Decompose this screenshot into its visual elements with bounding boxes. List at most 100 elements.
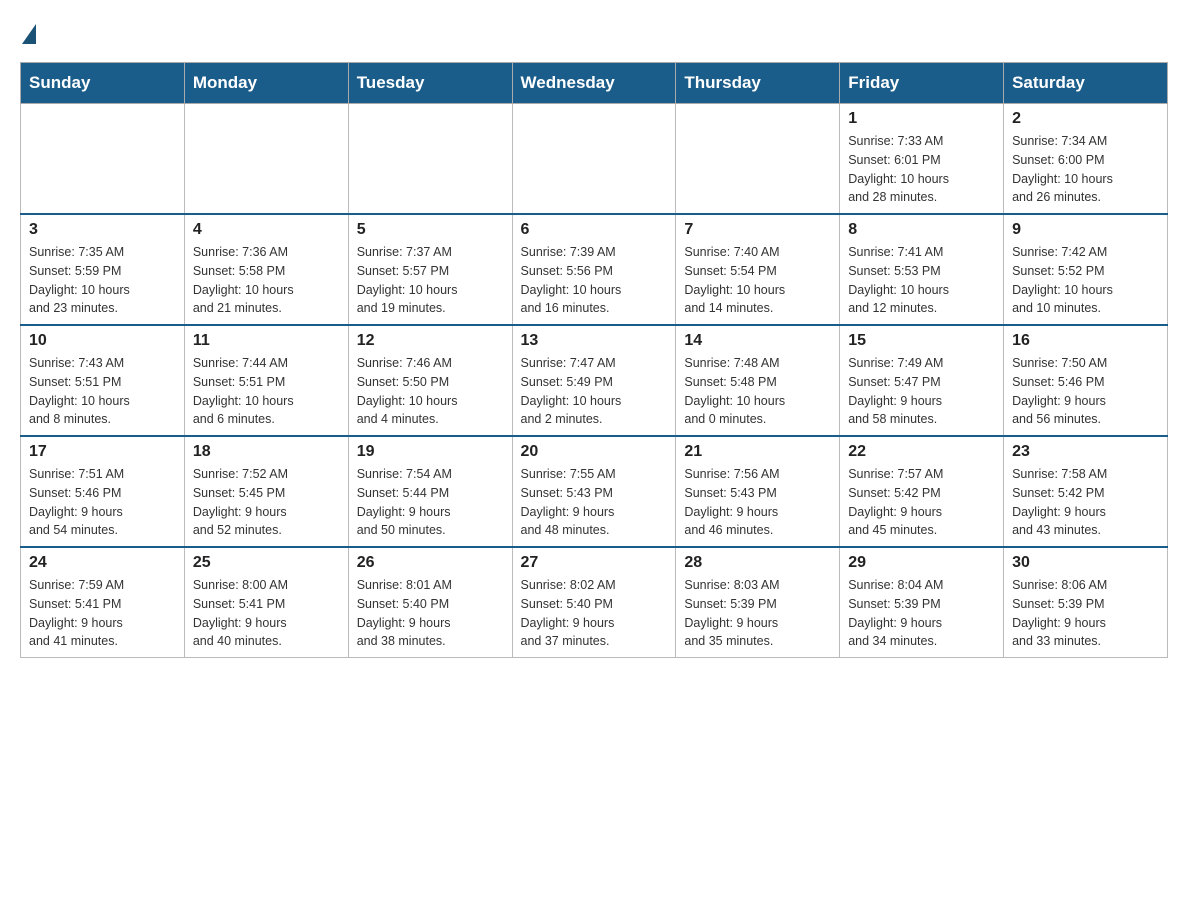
calendar-cell: 12Sunrise: 7:46 AM Sunset: 5:50 PM Dayli… xyxy=(348,325,512,436)
day-number: 19 xyxy=(357,443,504,461)
day-info: Sunrise: 7:57 AM Sunset: 5:42 PM Dayligh… xyxy=(848,465,995,540)
calendar-cell: 17Sunrise: 7:51 AM Sunset: 5:46 PM Dayli… xyxy=(21,436,185,547)
day-number: 20 xyxy=(521,443,668,461)
calendar-cell: 18 Sunrise: 7:52 AM Sunset: 5:45 PM Dayli… xyxy=(184,436,348,547)
day-number: 25 xyxy=(193,554,340,572)
day-info: Sunrise: 7:36 AM Sunset: 5:58 PM Dayligh… xyxy=(193,243,340,318)
day-number: 2 xyxy=(1012,110,1159,128)
calendar-cell: 27 Sunrise: 8:02 AM Sunset: 5:40 PM Dayli… xyxy=(512,547,676,658)
day-number: 9 xyxy=(1012,221,1159,239)
day-number: 27 xyxy=(521,554,668,572)
day-info: Sunrise: 7:40 AM Sunset: 5:54 PM Dayligh… xyxy=(684,243,831,318)
calendar-row-0: 1 Sunrise: 7:33 AM Sunset: 6:01 PM Daylig… xyxy=(21,104,1168,215)
weekday-header-tuesday: Tuesday xyxy=(348,63,512,104)
day-number: 29 xyxy=(848,554,995,572)
day-info: Sunrise: 7:33 AM Sunset: 6:01 PM Dayligh… xyxy=(848,132,995,207)
day-number: 30 xyxy=(1012,554,1159,572)
calendar-cell: 21 Sunrise: 7:56 AM Sunset: 5:43 PM Dayli… xyxy=(676,436,840,547)
calendar-cell: 19 Sunrise: 7:54 AM Sunset: 5:44 PM Dayli… xyxy=(348,436,512,547)
calendar-cell: 25 Sunrise: 8:00 AM Sunset: 5:41 PM Dayli… xyxy=(184,547,348,658)
day-info: Sunrise: 8:03 AM Sunset: 5:39 PM Dayligh… xyxy=(684,576,831,651)
day-info: Sunrise: 7:59 AM Sunset: 5:41 PM Dayligh… xyxy=(29,576,176,651)
day-info: Sunrise: 8:04 AM Sunset: 5:39 PM Dayligh… xyxy=(848,576,995,651)
calendar-cell: 26Sunrise: 8:01 AM Sunset: 5:40 PM Dayli… xyxy=(348,547,512,658)
day-number: 21 xyxy=(684,443,831,461)
calendar-cell xyxy=(21,104,185,215)
calendar-row-2: 10 Sunrise: 7:43 AM Sunset: 5:51 PM Dayli… xyxy=(21,325,1168,436)
calendar-cell: 28 Sunrise: 8:03 AM Sunset: 5:39 PM Dayli… xyxy=(676,547,840,658)
day-number: 6 xyxy=(521,221,668,239)
calendar-cell: 3 Sunrise: 7:35 AM Sunset: 5:59 PM Daylig… xyxy=(21,214,185,325)
calendar-cell: 6Sunrise: 7:39 AM Sunset: 5:56 PM Daylig… xyxy=(512,214,676,325)
day-info: Sunrise: 7:55 AM Sunset: 5:43 PM Dayligh… xyxy=(521,465,668,540)
calendar-cell xyxy=(676,104,840,215)
calendar-cell xyxy=(348,104,512,215)
day-number: 15 xyxy=(848,332,995,350)
day-number: 4 xyxy=(193,221,340,239)
day-info: Sunrise: 7:44 AM Sunset: 5:51 PM Dayligh… xyxy=(193,354,340,429)
calendar-cell: 23Sunrise: 7:58 AM Sunset: 5:42 PM Dayli… xyxy=(1004,436,1168,547)
calendar-cell: 16 Sunrise: 7:50 AM Sunset: 5:46 PM Dayli… xyxy=(1004,325,1168,436)
calendar-cell: 15Sunrise: 7:49 AM Sunset: 5:47 PM Dayli… xyxy=(840,325,1004,436)
day-info: Sunrise: 8:00 AM Sunset: 5:41 PM Dayligh… xyxy=(193,576,340,651)
calendar-cell: 9Sunrise: 7:42 AM Sunset: 5:52 PM Daylig… xyxy=(1004,214,1168,325)
page-header xyxy=(20,20,1168,42)
day-number: 8 xyxy=(848,221,995,239)
weekday-header-friday: Friday xyxy=(840,63,1004,104)
calendar-cell: 29 Sunrise: 8:04 AM Sunset: 5:39 PM Dayli… xyxy=(840,547,1004,658)
calendar-row-1: 3 Sunrise: 7:35 AM Sunset: 5:59 PM Daylig… xyxy=(21,214,1168,325)
day-number: 28 xyxy=(684,554,831,572)
day-number: 1 xyxy=(848,110,995,128)
day-number: 3 xyxy=(29,221,176,239)
day-number: 18 xyxy=(193,443,340,461)
weekday-header-row: SundayMondayTuesdayWednesdayThursdayFrid… xyxy=(21,63,1168,104)
day-info: Sunrise: 7:43 AM Sunset: 5:51 PM Dayligh… xyxy=(29,354,176,429)
calendar-row-3: 17Sunrise: 7:51 AM Sunset: 5:46 PM Dayli… xyxy=(21,436,1168,547)
day-info: Sunrise: 7:37 AM Sunset: 5:57 PM Dayligh… xyxy=(357,243,504,318)
day-number: 24 xyxy=(29,554,176,572)
day-info: Sunrise: 7:48 AM Sunset: 5:48 PM Dayligh… xyxy=(684,354,831,429)
day-info: Sunrise: 7:58 AM Sunset: 5:42 PM Dayligh… xyxy=(1012,465,1159,540)
day-info: Sunrise: 8:02 AM Sunset: 5:40 PM Dayligh… xyxy=(521,576,668,651)
day-info: Sunrise: 7:46 AM Sunset: 5:50 PM Dayligh… xyxy=(357,354,504,429)
calendar-cell: 30 Sunrise: 8:06 AM Sunset: 5:39 PM Dayli… xyxy=(1004,547,1168,658)
day-info: Sunrise: 7:47 AM Sunset: 5:49 PM Dayligh… xyxy=(521,354,668,429)
logo-triangle-icon xyxy=(22,24,36,44)
calendar-cell: 4 Sunrise: 7:36 AM Sunset: 5:58 PM Daylig… xyxy=(184,214,348,325)
day-number: 16 xyxy=(1012,332,1159,350)
day-number: 26 xyxy=(357,554,504,572)
day-info: Sunrise: 7:50 AM Sunset: 5:46 PM Dayligh… xyxy=(1012,354,1159,429)
day-info: Sunrise: 7:52 AM Sunset: 5:45 PM Dayligh… xyxy=(193,465,340,540)
day-number: 10 xyxy=(29,332,176,350)
calendar-cell: 11 Sunrise: 7:44 AM Sunset: 5:51 PM Dayli… xyxy=(184,325,348,436)
day-number: 13 xyxy=(521,332,668,350)
weekday-header-sunday: Sunday xyxy=(21,63,185,104)
day-number: 7 xyxy=(684,221,831,239)
calendar-table: SundayMondayTuesdayWednesdayThursdayFrid… xyxy=(20,62,1168,658)
calendar-cell: 22 Sunrise: 7:57 AM Sunset: 5:42 PM Dayli… xyxy=(840,436,1004,547)
weekday-header-thursday: Thursday xyxy=(676,63,840,104)
calendar-cell: 24 Sunrise: 7:59 AM Sunset: 5:41 PM Dayli… xyxy=(21,547,185,658)
calendar-cell xyxy=(184,104,348,215)
day-info: Sunrise: 7:35 AM Sunset: 5:59 PM Dayligh… xyxy=(29,243,176,318)
calendar-cell: 2 Sunrise: 7:34 AM Sunset: 6:00 PM Daylig… xyxy=(1004,104,1168,215)
day-number: 11 xyxy=(193,332,340,350)
weekday-header-monday: Monday xyxy=(184,63,348,104)
calendar-cell: 1 Sunrise: 7:33 AM Sunset: 6:01 PM Daylig… xyxy=(840,104,1004,215)
day-info: Sunrise: 8:06 AM Sunset: 5:39 PM Dayligh… xyxy=(1012,576,1159,651)
day-info: Sunrise: 7:41 AM Sunset: 5:53 PM Dayligh… xyxy=(848,243,995,318)
calendar-row-4: 24 Sunrise: 7:59 AM Sunset: 5:41 PM Dayli… xyxy=(21,547,1168,658)
calendar-cell: 14Sunrise: 7:48 AM Sunset: 5:48 PM Dayli… xyxy=(676,325,840,436)
day-info: Sunrise: 7:54 AM Sunset: 5:44 PM Dayligh… xyxy=(357,465,504,540)
day-info: Sunrise: 7:56 AM Sunset: 5:43 PM Dayligh… xyxy=(684,465,831,540)
day-number: 22 xyxy=(848,443,995,461)
weekday-header-saturday: Saturday xyxy=(1004,63,1168,104)
weekday-header-wednesday: Wednesday xyxy=(512,63,676,104)
logo xyxy=(20,20,36,42)
calendar-cell: 5 Sunrise: 7:37 AM Sunset: 5:57 PM Daylig… xyxy=(348,214,512,325)
calendar-cell: 10 Sunrise: 7:43 AM Sunset: 5:51 PM Dayli… xyxy=(21,325,185,436)
day-info: Sunrise: 7:34 AM Sunset: 6:00 PM Dayligh… xyxy=(1012,132,1159,207)
calendar-cell: 7 Sunrise: 7:40 AM Sunset: 5:54 PM Daylig… xyxy=(676,214,840,325)
calendar-cell: 13 Sunrise: 7:47 AM Sunset: 5:49 PM Dayli… xyxy=(512,325,676,436)
day-number: 5 xyxy=(357,221,504,239)
